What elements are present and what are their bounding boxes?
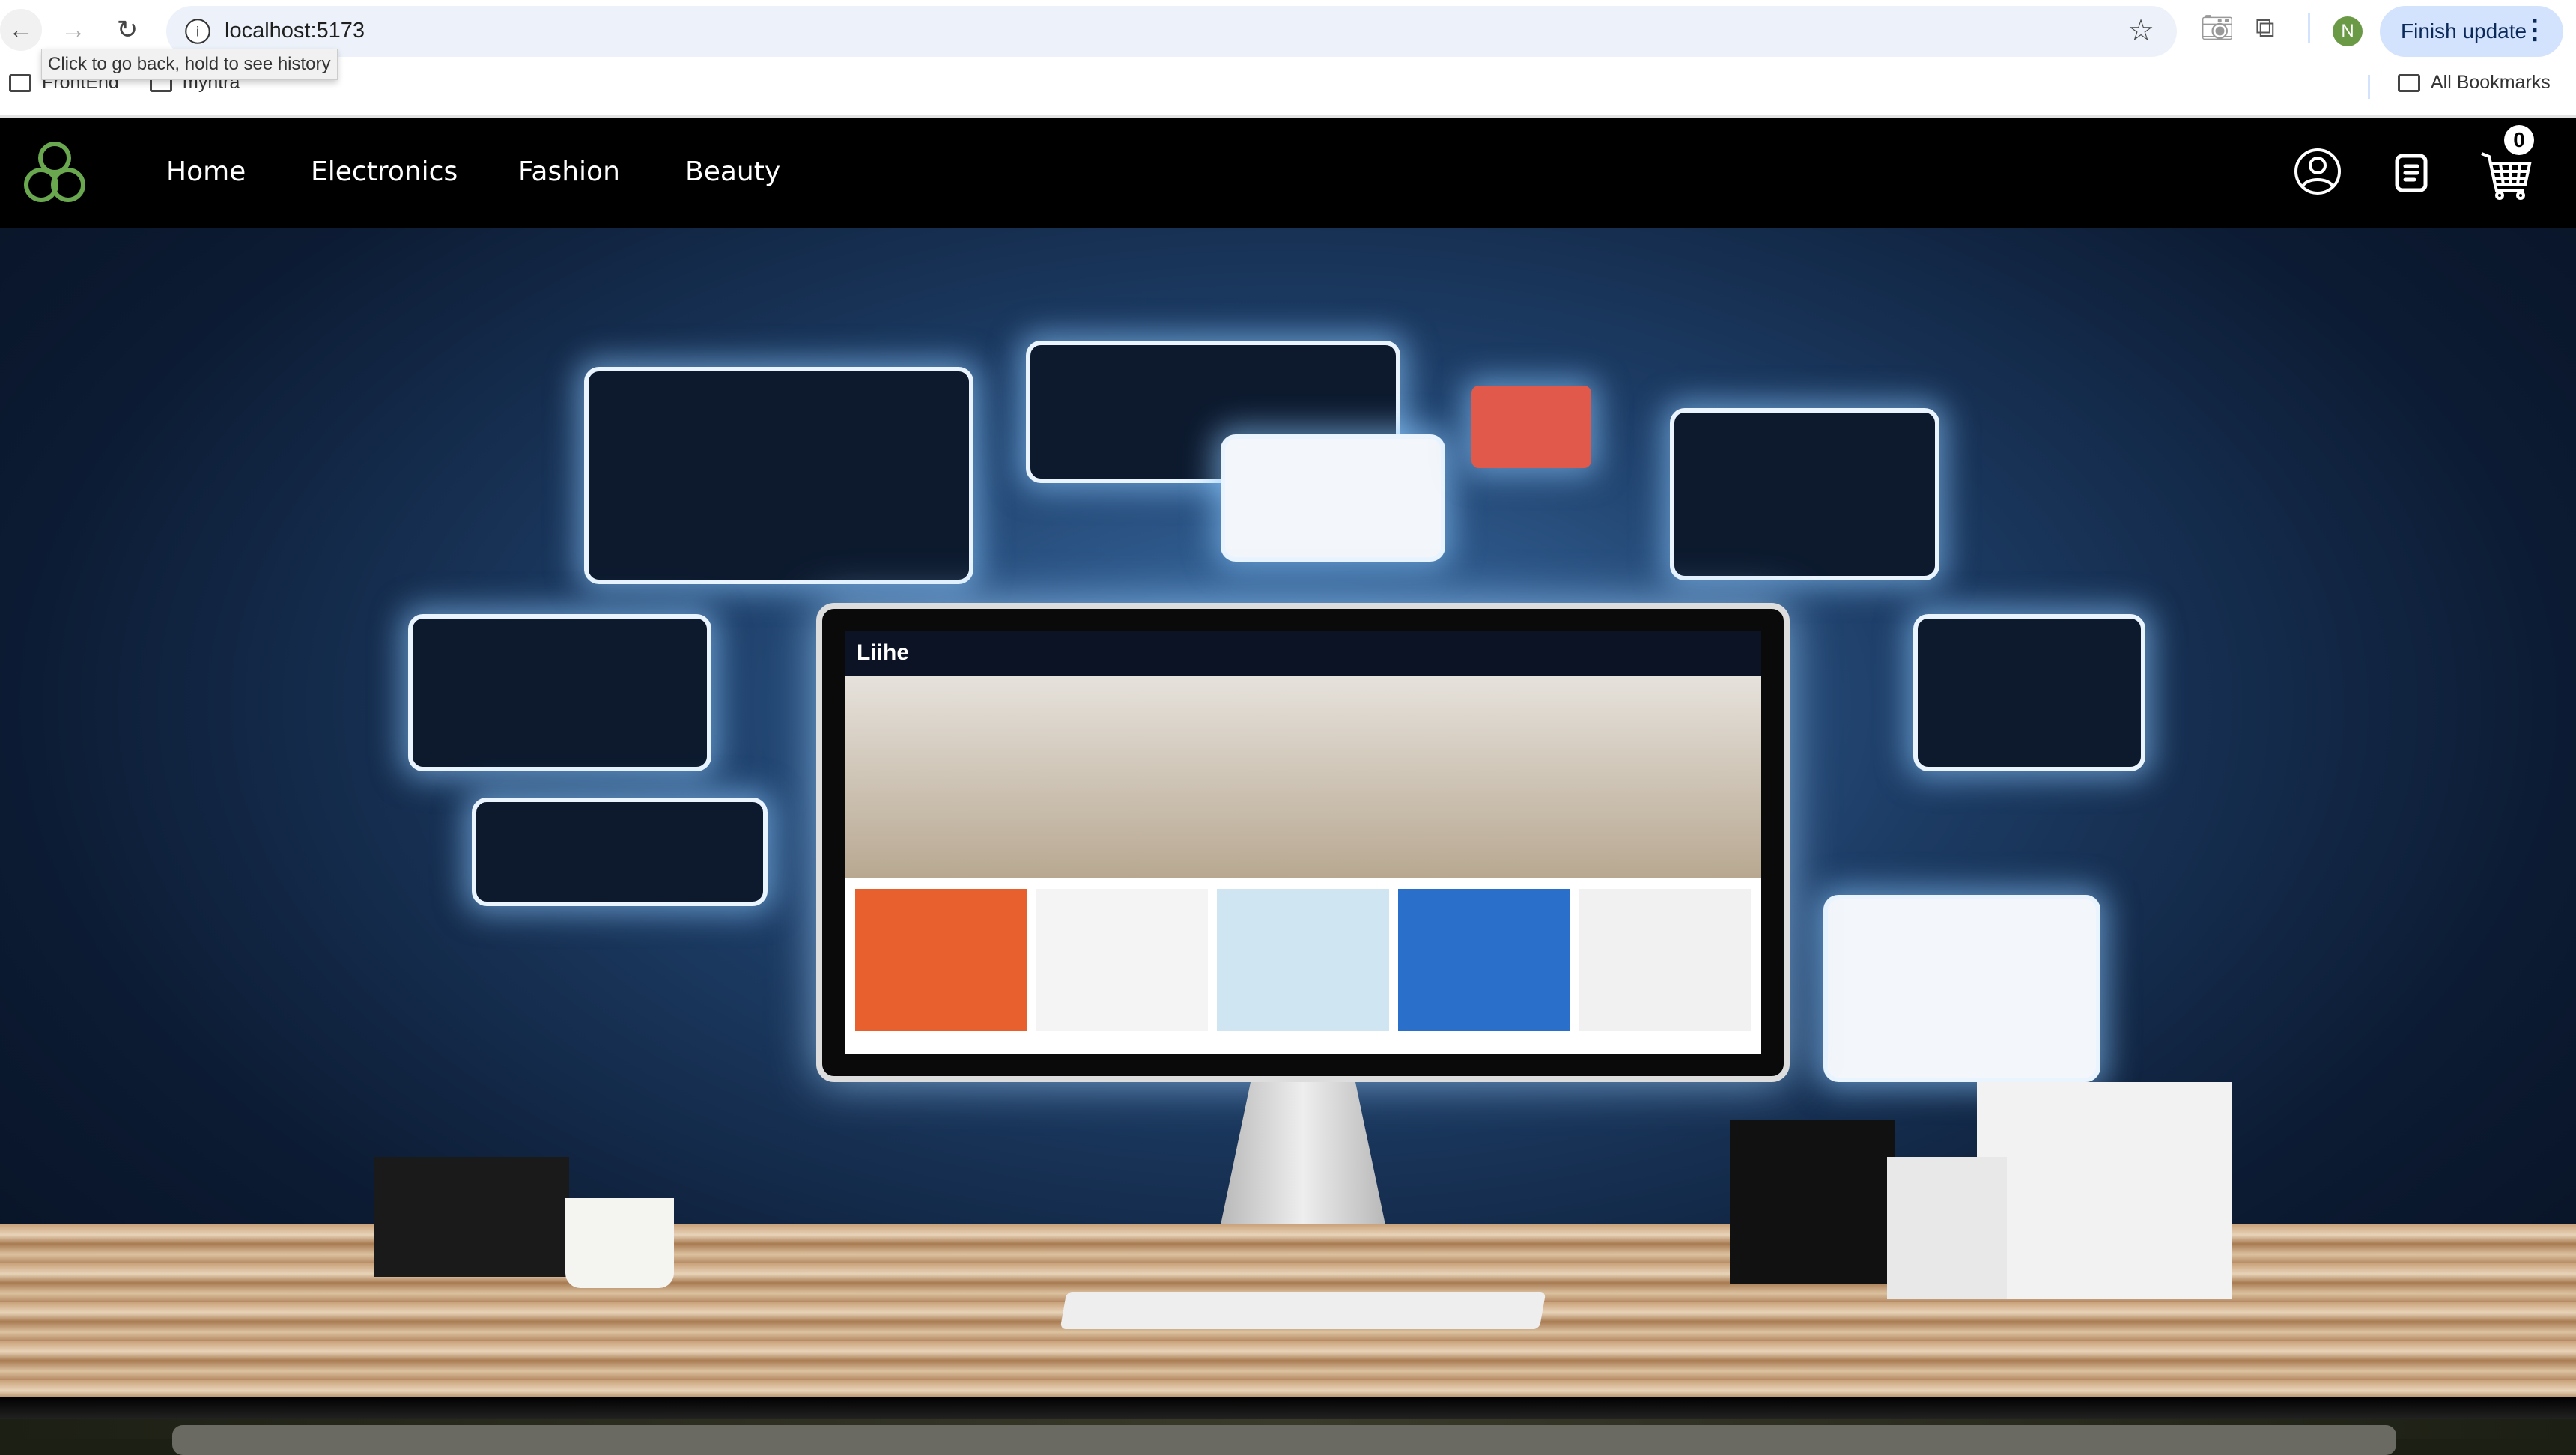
profile-avatar[interactable]: N (2333, 16, 2363, 46)
hero-panel (1913, 614, 2145, 771)
hero-panel (1670, 408, 1939, 580)
folder-icon (2398, 73, 2420, 92)
folder-icon (9, 73, 31, 92)
hero-shopping-bag (1730, 1120, 1895, 1284)
finish-update-label: Finish update (2401, 19, 2527, 43)
hero-monitor-stand (1219, 1082, 1387, 1232)
all-bookmarks[interactable]: All Bookmarks (2398, 72, 2551, 94)
hero-panel (1823, 895, 2100, 1082)
dock (172, 1425, 2396, 1455)
hero-product (1036, 889, 1209, 1031)
hero-panel (408, 614, 711, 771)
toolbar-divider (2308, 13, 2310, 43)
hero-monitor-screen: Liihe (845, 631, 1761, 1054)
hero-shopping-bag (374, 1157, 569, 1277)
user-circle-icon[interactable] (2294, 148, 2342, 199)
back-button[interactable]: ← (0, 9, 42, 51)
hero-product-row (845, 878, 1761, 1042)
extensions-icon[interactable]: ⧉ (2255, 12, 2275, 44)
hero-screen-brand: Liihe (845, 631, 1761, 676)
bookmark-star-icon[interactable]: ☆ (2127, 13, 2154, 48)
cart-count-badge: 0 (2504, 125, 2534, 155)
hero-panel (584, 367, 973, 584)
back-tooltip: Click to go back, hold to see history (41, 49, 338, 80)
cart-icon[interactable] (2480, 149, 2534, 205)
orders-list-icon[interactable] (2395, 154, 2428, 196)
hero-product (1397, 889, 1570, 1031)
url-text: localhost:5173 (225, 19, 365, 43)
reload-button[interactable]: ↻ (106, 9, 148, 51)
hero-shopping-bag (1887, 1157, 2007, 1299)
nav-electronics[interactable]: Electronics (311, 157, 458, 187)
hero-plant-pot (565, 1198, 674, 1288)
site-navbar: Home Electronics Fashion Beauty 0 (0, 118, 2576, 228)
hero-room-scene (845, 676, 1761, 878)
bookmarks-divider (2368, 75, 2370, 99)
hero-product (855, 889, 1027, 1031)
browser-chrome: ← → ↻ i localhost:5173 ☆ 📷︎ ⧉ N Finish u… (0, 0, 2576, 118)
all-bookmarks-label: All Bookmarks (2431, 72, 2551, 93)
hero-panel (1221, 434, 1445, 562)
site-info-icon[interactable]: i (185, 19, 210, 44)
desktop-background-strip (0, 1419, 2576, 1455)
menu-dots-icon: ⋮ (2521, 13, 2548, 44)
hero-lock-shape (1471, 386, 1591, 468)
hero-shopping-bag (1977, 1082, 2232, 1299)
site-logo[interactable] (21, 139, 88, 210)
address-bar[interactable]: i localhost:5173 ☆ (166, 6, 2177, 57)
finish-update-button[interactable]: Finish update ⋮ (2380, 6, 2563, 57)
camera-icon[interactable]: 📷︎ (2200, 12, 2235, 43)
forward-button[interactable]: → (52, 9, 94, 51)
hero-product (1217, 889, 1389, 1031)
hero-keyboard (1060, 1292, 1546, 1329)
hero-banner-image: Liihe (0, 228, 2576, 1419)
hero-desk-edge (0, 1397, 2576, 1419)
nav-fashion[interactable]: Fashion (518, 157, 620, 187)
hero-monitor: Liihe (816, 603, 1790, 1082)
hero-panel (472, 798, 768, 906)
hero-product (1579, 889, 1751, 1031)
logo-rings-icon (24, 142, 85, 202)
nav-home[interactable]: Home (166, 157, 246, 187)
nav-beauty[interactable]: Beauty (685, 157, 780, 187)
